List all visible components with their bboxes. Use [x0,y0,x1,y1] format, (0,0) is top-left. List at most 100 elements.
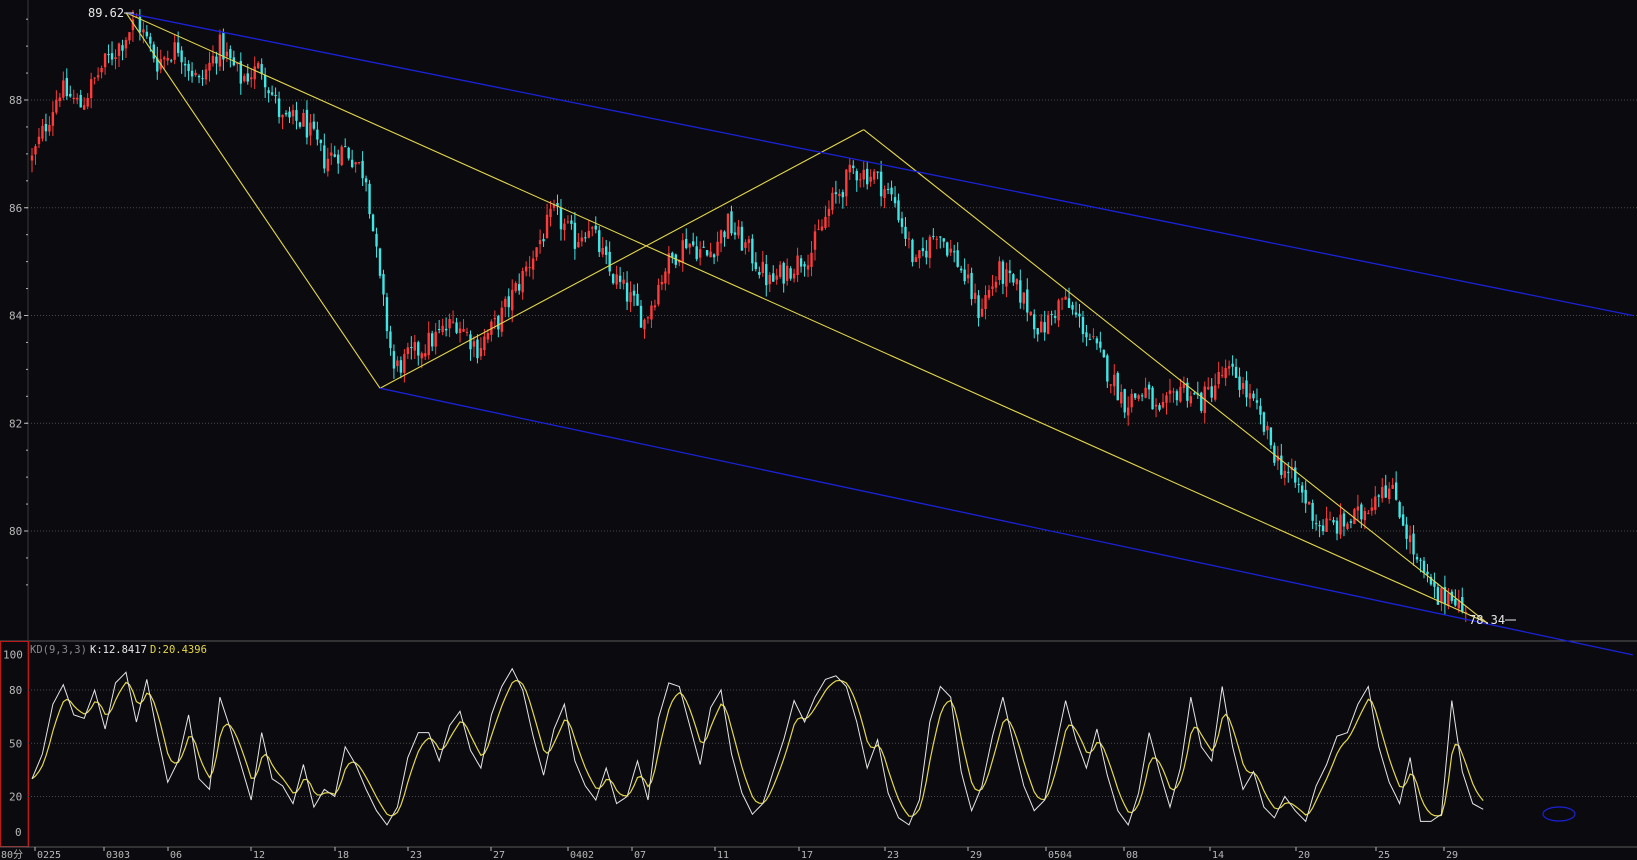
candle-body [959,268,963,271]
candle-body [1287,471,1290,473]
candle-body [1085,332,1088,338]
candle-body [396,360,399,367]
candle-body [486,333,490,340]
candle-body [427,332,430,356]
candle-body [521,270,524,293]
candle-body [110,53,114,60]
candle-body [194,72,197,76]
candle-body [1060,298,1064,300]
candle-body [768,274,771,285]
candle-body [1238,376,1241,390]
candle-body [208,62,211,71]
candle-body [1067,298,1071,308]
candle-body [570,220,573,224]
candle-body [820,226,824,231]
x-tick-label: 18 [337,850,349,860]
candle-body [949,248,952,253]
chart-window[interactable]: 88 86 84 82 80 100 80 50 20 0 0225 0303 06 12 18 23 27… [0,0,1637,860]
candle-body [483,336,486,351]
x-tick-label: 0504 [1048,850,1072,860]
candle-body [250,77,253,80]
x-tick-label: 12 [253,850,265,860]
candle-body [866,168,869,185]
candle-body [646,317,650,319]
candle-body [810,252,813,267]
candle-body [559,207,563,230]
candle-body [1367,512,1370,514]
candle-body [215,56,218,64]
candle-body [629,292,632,303]
candle-body [1106,355,1109,382]
x-tick-label: 25 [1378,850,1390,860]
candle-body [479,348,483,357]
candle-body [1053,316,1057,318]
candle-body [1172,391,1175,393]
candle-body [1394,482,1398,500]
kline-chart[interactable]: 88 86 84 82 80 100 80 50 20 0 0225 0303 06 12 18 23 27… [0,0,1637,860]
candle-body [1374,496,1377,510]
candle-body [584,237,587,239]
candle-body [1408,535,1412,543]
indicator-tick-label: 50 [9,737,22,750]
candle-body [476,339,479,359]
candle-body [218,34,222,67]
candle-body [462,329,465,332]
candle-body [1092,336,1095,338]
candle-body [973,292,977,299]
candle-body [942,238,945,242]
candle-body [758,271,761,275]
candle-body [1033,314,1036,330]
candle-body [528,267,531,269]
candle-body [618,275,622,282]
candle-body [330,152,333,156]
candle-body [1050,314,1053,316]
candle-body [83,105,86,110]
candle-body [799,258,803,267]
candle-body [876,171,879,173]
candle-body [782,262,785,284]
candle-body [291,110,295,117]
candle-body [977,295,980,318]
candle-body [76,97,79,100]
candle-body [900,218,904,227]
candle-body [229,49,232,59]
candle-body [664,271,667,284]
candle-body [316,129,319,140]
candle-body [1301,485,1304,493]
candle-body [288,111,291,118]
candle-body [1447,593,1450,606]
candle-body [444,328,448,331]
candle-body [838,193,841,197]
candle-body [650,305,653,320]
candle-body [1318,525,1321,527]
candle-body [573,222,577,249]
candle-body [375,233,378,247]
price-tick-label: 84 [9,310,23,323]
candle-body [437,328,441,330]
price-tick-label: 86 [9,202,22,215]
candle-body [1283,470,1286,478]
candle-body [190,70,194,77]
x-tick-label: 29 [1446,850,1458,860]
candle-body [385,297,389,332]
candle-body [37,136,41,145]
candle-body [907,238,911,240]
candle-body [371,214,375,232]
candle-body [692,241,695,246]
candle-body [117,43,121,56]
candle-body [392,351,396,369]
candle-body [657,284,660,305]
candle-body [1015,279,1019,285]
candle-body [1377,495,1380,497]
candle-body [180,50,183,63]
candle-body [817,228,820,230]
candle-body [1412,533,1415,555]
candle-body [963,269,966,282]
candle-body [1220,375,1224,377]
candle-body [813,231,817,250]
candle-body [309,122,312,136]
candle-body [605,246,608,255]
candle-body [295,110,298,121]
candle-body [730,211,733,234]
candle-body [1019,280,1022,303]
